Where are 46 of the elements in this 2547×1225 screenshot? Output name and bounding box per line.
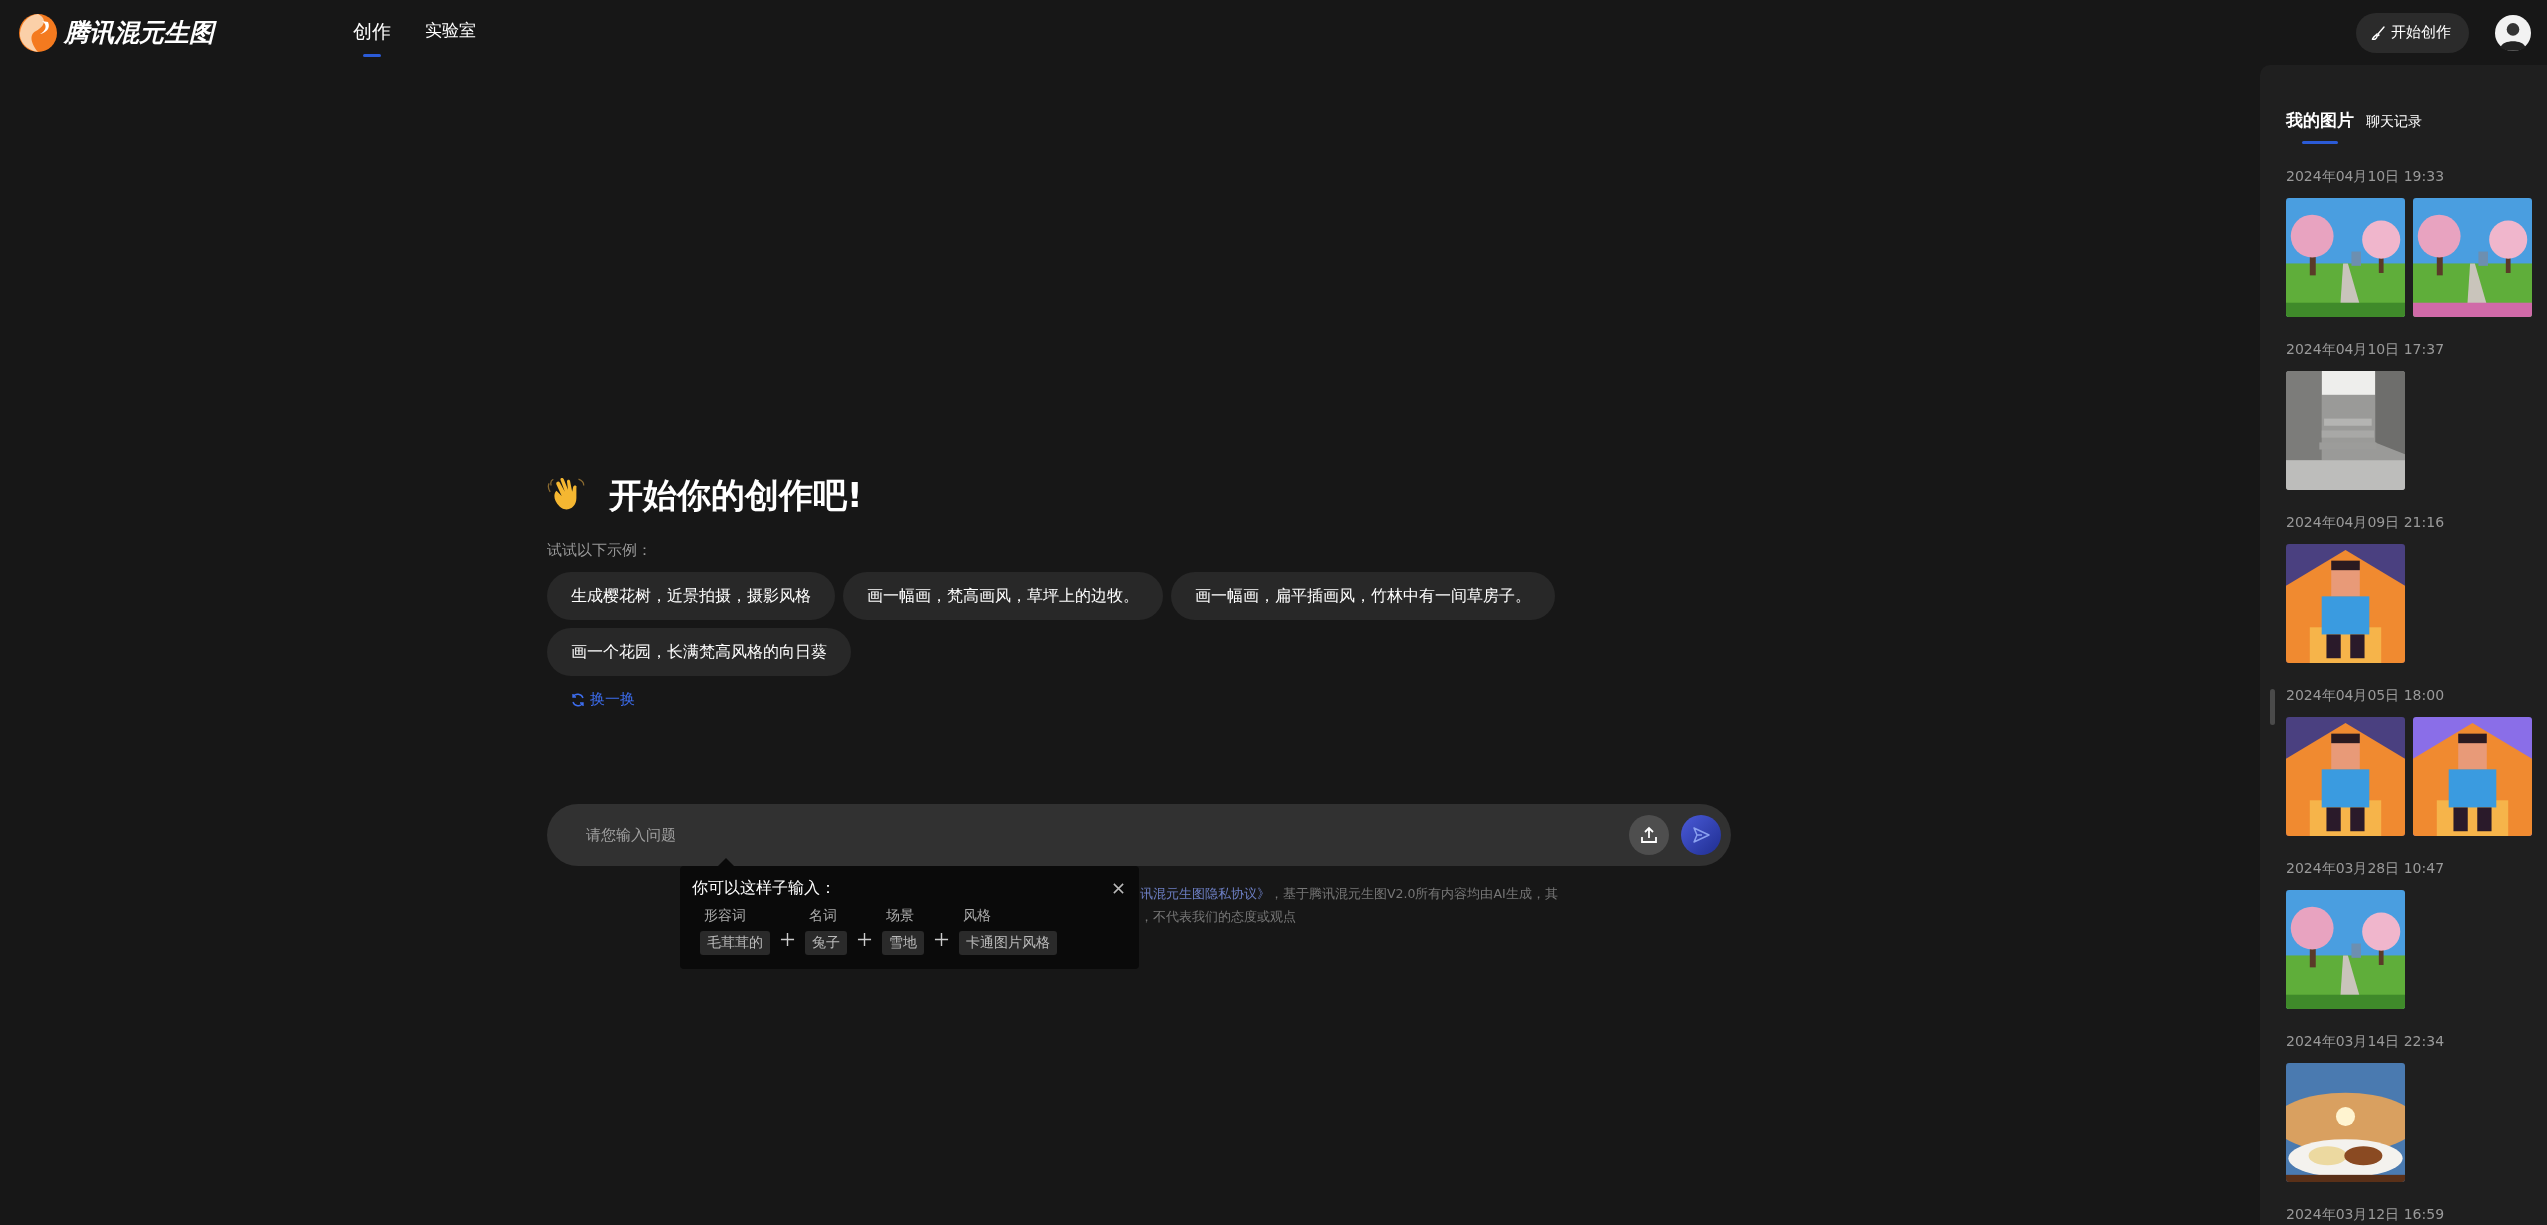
- example-chip[interactable]: 生成樱花树，近景拍摄，摄影风格: [547, 572, 835, 620]
- logo-icon: [18, 12, 58, 53]
- send-icon: [1691, 824, 1711, 845]
- example-tag: 毛茸茸的: [700, 930, 770, 955]
- page-heading: 开始你的创作吧!: [609, 474, 863, 517]
- upload-button[interactable]: [1629, 814, 1669, 855]
- brush-icon: [2370, 24, 2386, 41]
- date-label: 2024年04月10日 19:33: [2286, 168, 2446, 186]
- disclaimer-text: 讯混元生图隐私协议》，基于腾讯混元生图V2.0所有内容均由AI生成，其: [1140, 884, 1559, 903]
- hint-title: 你可以这样子输入：: [692, 877, 836, 899]
- scrollbar[interactable]: [2270, 689, 2275, 725]
- prompt-field[interactable]: 请您输入问题: [547, 803, 1731, 866]
- example-tag: 卡通图片风格: [959, 930, 1057, 955]
- date-label: 2024年03月28日 10:47: [2286, 860, 2446, 878]
- plus-icon: [934, 932, 949, 947]
- part-label: 名词: [808, 906, 838, 925]
- example-chip[interactable]: 画一幅画，扁平插画风，竹林中有一间草房子。: [1171, 572, 1555, 620]
- sidebar-tab[interactable]: 我的图片: [2286, 109, 2354, 144]
- example-chip[interactable]: 画一个花园，长满梵高风格的向日葵: [547, 628, 851, 676]
- avatar[interactable]: [2495, 14, 2531, 51]
- nav-tab[interactable]: 实验室: [425, 18, 476, 52]
- close-icon[interactable]: [1112, 881, 1125, 895]
- part-label: 场景: [885, 906, 915, 925]
- example-tag: 雪地: [882, 930, 924, 955]
- date-label: 2024年03月12日 16:59: [2286, 1206, 2446, 1224]
- plus-icon: [780, 932, 795, 947]
- sidebar-tab[interactable]: 聊天记录: [2366, 113, 2422, 143]
- date-label: 2024年04月10日 17:37: [2286, 341, 2446, 359]
- privacy-link[interactable]: 讯混元生图隐私协议》: [1140, 885, 1270, 901]
- date-label: 2024年04月09日 21:16: [2286, 514, 2446, 532]
- nav-tab[interactable]: 创作: [353, 18, 391, 55]
- send-button[interactable]: [1681, 814, 1721, 855]
- part-label: 形容词: [703, 906, 747, 925]
- example-chip[interactable]: 画一幅画，梵高画风，草坪上的边牧。: [843, 572, 1163, 620]
- date-label: 2024年04月05日 18:00: [2286, 687, 2446, 705]
- disclaimer-text: ，不代表我们的态度或观点: [1140, 907, 1297, 926]
- upload-icon: [1639, 824, 1659, 845]
- prompt-input[interactable]: 请您输入问题: [584, 824, 1617, 845]
- example-tag: 兔子: [805, 930, 847, 955]
- refresh-icon: [570, 691, 586, 708]
- date-label: 2024年03月14日 22:34: [2286, 1033, 2446, 1051]
- create-button[interactable]: 开始创作: [2356, 12, 2469, 53]
- plus-icon: [857, 932, 872, 947]
- part-label: 风格: [962, 906, 992, 925]
- examples-label: 试试以下示例：: [547, 541, 653, 560]
- refresh-link[interactable]: 换一换: [570, 690, 635, 709]
